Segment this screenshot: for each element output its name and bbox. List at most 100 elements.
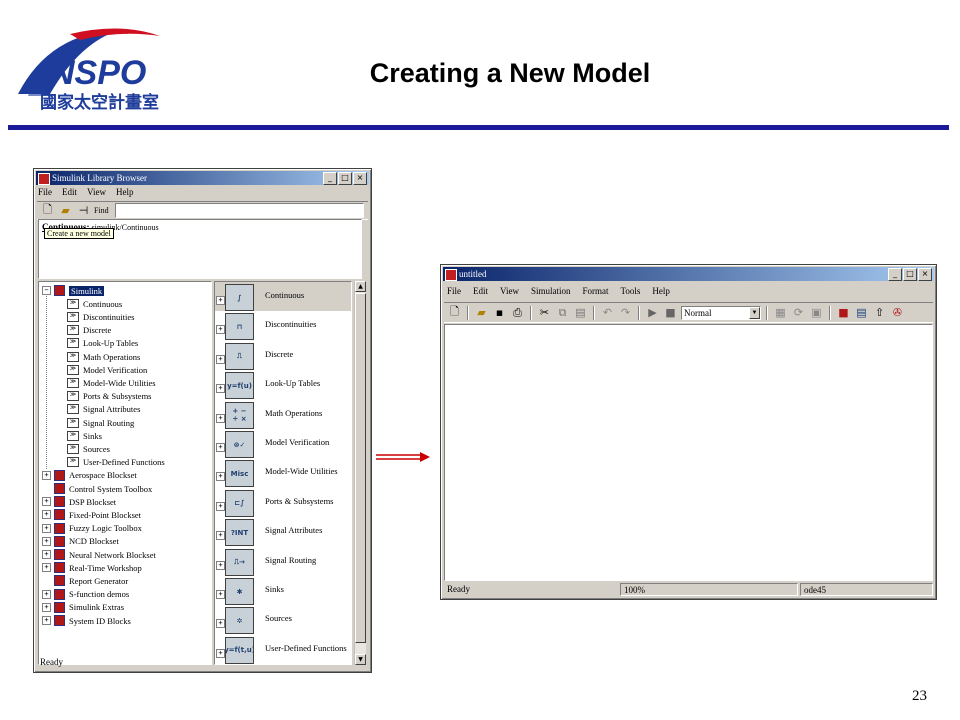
close-button[interactable]: ×: [353, 172, 367, 185]
tree-item[interactable]: ≫ Sinks: [67, 429, 102, 442]
find-button[interactable]: Find: [94, 206, 109, 215]
block-list-item[interactable]: + ?INT Signal Attributes: [215, 517, 351, 547]
expand-icon[interactable]: +: [216, 443, 225, 452]
tree-item[interactable]: + Fuzzy Logic Toolbox: [42, 522, 142, 535]
tree-item[interactable]: + Neural Network Blockset: [42, 548, 156, 561]
menu-help[interactable]: Help: [116, 187, 134, 200]
pin-icon[interactable]: ⊣: [76, 203, 91, 218]
minimize-button[interactable]: _: [888, 268, 902, 281]
open-folder-icon[interactable]: ▰: [58, 203, 73, 218]
tree-item[interactable]: + S-function demos: [42, 588, 129, 601]
library-browser-icon[interactable]: ■: [836, 305, 851, 320]
expand-icon[interactable]: +: [42, 589, 51, 599]
expand-icon[interactable]: +: [216, 354, 225, 364]
save-icon[interactable]: ▪: [492, 305, 507, 320]
block-list-item[interactable]: + + − ÷ × Math Operations: [215, 400, 351, 429]
redo-icon[interactable]: ↷: [618, 305, 633, 320]
scroll-up-icon[interactable]: ▲: [355, 281, 366, 292]
expand-icon[interactable]: +: [216, 531, 225, 541]
tree-item[interactable]: ≫ User-Defined Functions: [67, 456, 165, 469]
tree-item[interactable]: ≫ Continuous: [67, 297, 122, 310]
menu-view[interactable]: View: [87, 187, 106, 200]
print-icon[interactable]: ⎙: [510, 305, 525, 320]
undo-icon[interactable]: ↶: [600, 305, 615, 320]
expand-icon[interactable]: +: [216, 560, 225, 570]
model-titlebar[interactable]: untitled _ □ ×: [443, 267, 934, 281]
maximize-button[interactable]: □: [903, 268, 917, 281]
block-list-item[interactable]: + y=f(u) Look-Up Tables: [215, 370, 351, 400]
go-to-parent-icon[interactable]: ⇧: [872, 305, 887, 320]
expand-icon[interactable]: +: [42, 536, 51, 546]
tree-item[interactable]: Report Generator: [42, 574, 128, 587]
cut-icon[interactable]: ✂: [537, 305, 552, 320]
tree-item[interactable]: + DSP Blockset: [42, 495, 116, 508]
block-list-item[interactable]: + ∫ Continuous: [215, 282, 351, 311]
menu-edit[interactable]: Edit: [62, 187, 77, 200]
expand-icon[interactable]: +: [42, 510, 51, 520]
tree-item[interactable]: ≫ Sources: [67, 442, 110, 455]
tree-item[interactable]: + Real-Time Workshop: [42, 561, 142, 574]
tree-item[interactable]: + Simulink Extras: [42, 601, 124, 614]
expand-icon[interactable]: +: [216, 325, 225, 335]
new-icon[interactable]: 🗋: [447, 305, 462, 320]
start-simulation-icon[interactable]: ▶: [645, 305, 660, 320]
block-list-item[interactable]: + ✲ Sources: [215, 605, 351, 635]
library-tree[interactable]: − Simulink ≫ Continuous ≫ Discontinuities ≫ Dis…: [38, 281, 212, 665]
tree-item[interactable]: ≫ Look-Up Tables: [67, 337, 138, 350]
block-list-item[interactable]: + ⊗✓ Model Verification: [215, 429, 351, 458]
chevron-down-icon[interactable]: ▼: [749, 306, 760, 319]
block-list-item[interactable]: + ⎍→ Signal Routing: [215, 547, 351, 576]
debug-icon[interactable]: ✇: [890, 305, 905, 320]
block-list-item[interactable]: + ⎍ Discrete: [215, 341, 351, 370]
menu-file[interactable]: File: [38, 187, 52, 200]
block-list-item[interactable]: + ⊏∫ Ports & Subsystems: [215, 488, 351, 517]
expand-icon[interactable]: +: [216, 619, 225, 629]
block-list-item[interactable]: + Misc Model-Wide Utilities: [215, 458, 351, 488]
menu-file[interactable]: File: [447, 286, 461, 299]
tree-item[interactable]: − Simulink: [42, 284, 106, 297]
tree-item[interactable]: ≫ Signal Routing: [67, 416, 134, 429]
expand-icon[interactable]: +: [42, 616, 51, 625]
expand-icon[interactable]: +: [42, 497, 51, 507]
menu-simulation[interactable]: Simulation: [531, 286, 571, 299]
minimize-button[interactable]: _: [323, 172, 337, 185]
expand-icon[interactable]: +: [42, 470, 51, 480]
expand-icon[interactable]: +: [216, 472, 225, 482]
new-model-icon[interactable]: 🗋: [40, 203, 55, 218]
expand-icon[interactable]: +: [42, 550, 51, 559]
maximize-button[interactable]: □: [338, 172, 352, 185]
find-input[interactable]: [114, 203, 364, 218]
block-list-item[interactable]: + ⊓ Discontinuities: [215, 311, 351, 341]
model-canvas[interactable]: [444, 324, 933, 581]
tree-item[interactable]: ≫ Discontinuities: [67, 310, 134, 323]
menu-format[interactable]: Format: [583, 286, 609, 299]
tree-item[interactable]: ≫ Model-Wide Utilities: [67, 376, 156, 389]
block-list-item[interactable]: + ✱ Sinks: [215, 576, 351, 605]
expand-icon[interactable]: +: [216, 590, 225, 599]
tree-item[interactable]: ≫ Signal Attributes: [67, 403, 140, 416]
tree-item[interactable]: ≫ Math Operations: [67, 350, 140, 363]
update-diagram-icon[interactable]: ⟳: [791, 305, 806, 320]
library-browser-titlebar[interactable]: Simulink Library Browser _ □ ×: [36, 171, 369, 185]
copy-icon[interactable]: ⧉: [555, 305, 570, 320]
build-icon[interactable]: ▦: [773, 305, 788, 320]
stop-simulation-icon[interactable]: ■: [663, 305, 678, 320]
simulation-mode-select[interactable]: Normal ▼: [681, 305, 761, 320]
close-button[interactable]: ×: [918, 268, 932, 281]
tree-item[interactable]: ≫ Discrete: [67, 324, 111, 337]
tree-item[interactable]: Control System Toolbox: [42, 482, 152, 495]
tree-item[interactable]: + NCD Blockset: [42, 535, 119, 548]
menu-help[interactable]: Help: [652, 286, 670, 299]
tree-item[interactable]: + Fixed-Point Blockset: [42, 508, 141, 521]
expand-icon[interactable]: +: [42, 602, 51, 612]
model-browser-icon[interactable]: ▤: [854, 305, 869, 320]
build-subsystem-icon[interactable]: ▣: [809, 305, 824, 320]
expand-icon[interactable]: +: [42, 563, 51, 573]
menu-tools[interactable]: Tools: [621, 286, 641, 299]
expand-icon[interactable]: +: [216, 296, 225, 305]
block-list-scrollbar[interactable]: ▲ ▼: [354, 281, 366, 665]
scroll-thumb[interactable]: [355, 293, 366, 643]
paste-icon[interactable]: ▤: [573, 305, 588, 320]
expand-icon[interactable]: +: [216, 413, 225, 423]
tree-item[interactable]: + System ID Blocks: [42, 614, 131, 627]
